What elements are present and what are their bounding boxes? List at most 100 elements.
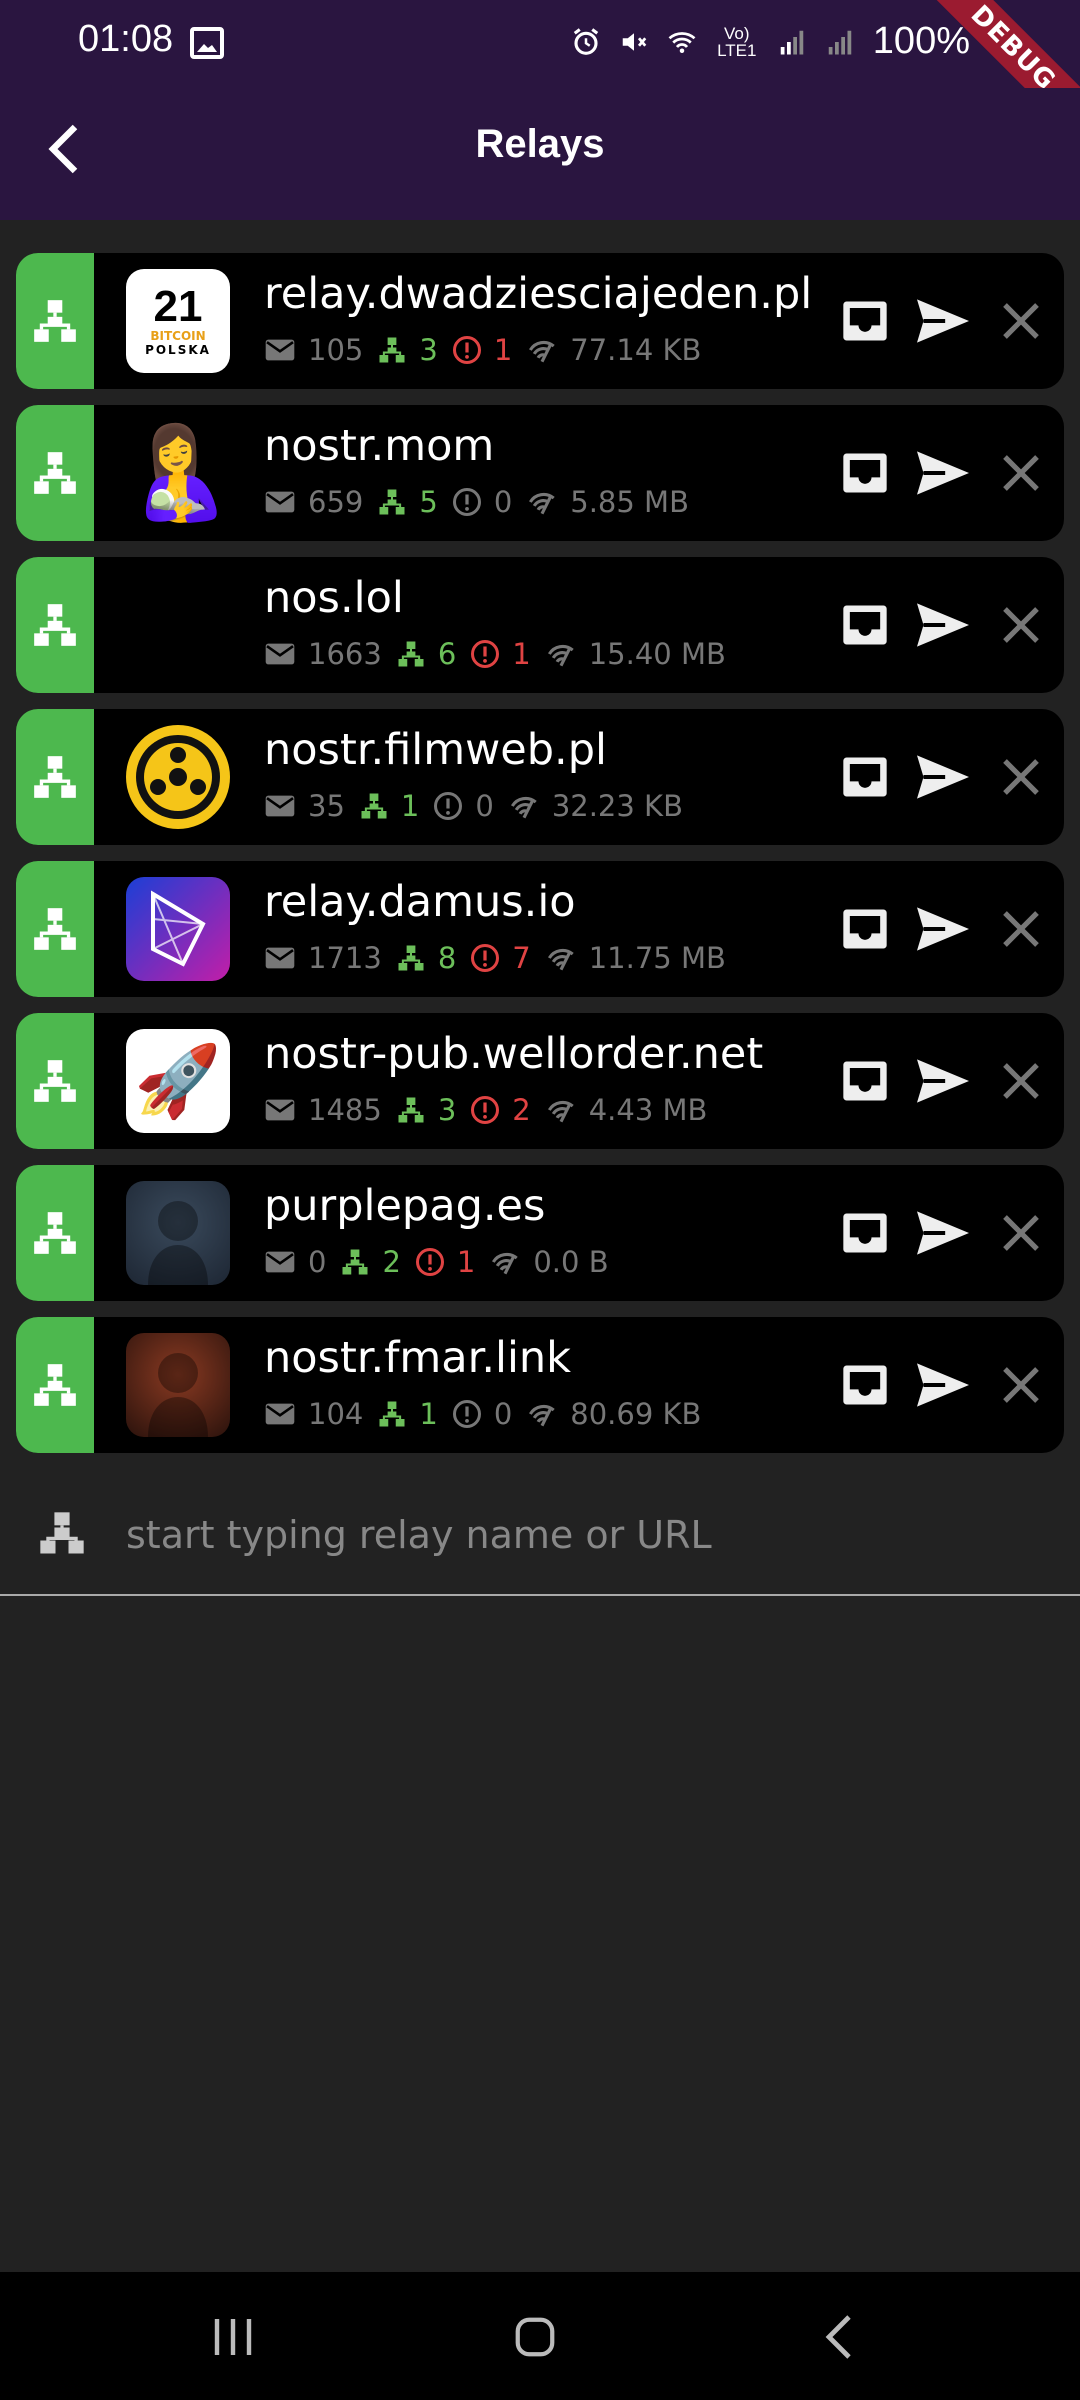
relay-network-icon (379, 337, 405, 363)
write-toggle-button[interactable] (904, 586, 982, 664)
close-icon (1003, 911, 1039, 947)
events-stat: 0 (264, 1245, 326, 1279)
relay-stats: 35 1 0 32.23 KB (264, 789, 697, 823)
relay-network-icon (34, 756, 76, 798)
traffic-stat: 80.69 KB (526, 1397, 701, 1431)
errors-count: 2 (512, 1093, 531, 1127)
relay-avatar (126, 1181, 230, 1285)
write-toggle-button[interactable] (904, 1346, 982, 1424)
relay-network-icon (34, 908, 76, 950)
send-icon (917, 1211, 969, 1255)
connections-stat: 8 (396, 941, 456, 975)
relay-actions (826, 405, 1064, 541)
close-icon (1003, 607, 1039, 643)
errors-stat: 0 (433, 789, 494, 823)
relay-network-icon (34, 1212, 76, 1254)
errors-count: 1 (512, 637, 531, 671)
traffic-amount: 5.85 MB (570, 485, 689, 519)
relay-avatar (126, 877, 230, 981)
remove-relay-button[interactable] (982, 586, 1060, 664)
relay-stats: 104 1 0 80.69 KB (264, 1397, 715, 1431)
relay-list: 21 BITCOIN POLSKA relay.dwadziesciajeden… (16, 253, 1064, 1469)
remove-relay-button[interactable] (982, 1042, 1060, 1120)
system-nav-bar (0, 2272, 1080, 2400)
remove-relay-button[interactable] (982, 282, 1060, 360)
write-toggle-button[interactable] (904, 738, 982, 816)
write-toggle-button[interactable] (904, 434, 982, 512)
remove-relay-button[interactable] (982, 1194, 1060, 1272)
connections-stat: 1 (359, 789, 419, 823)
relay-network-icon (398, 641, 424, 667)
gallery-icon (190, 27, 224, 59)
nav-back-button[interactable] (794, 2302, 884, 2372)
remove-relay-button[interactable] (982, 738, 1060, 816)
write-toggle-button[interactable] (904, 890, 982, 968)
relay-actions (826, 1165, 1064, 1301)
remove-relay-button[interactable] (982, 434, 1060, 512)
add-relay-field (0, 1472, 1080, 1596)
remove-relay-button[interactable] (982, 1346, 1060, 1424)
home-icon (515, 2317, 555, 2357)
events-count: 104 (308, 1397, 364, 1431)
relay-card[interactable]: 21 BITCOIN POLSKA relay.dwadziesciajeden… (16, 253, 1064, 389)
relay-search-input[interactable] (126, 1500, 1026, 1570)
relay-card[interactable]: relay.damus.io 1713 8 7 11.75 MB (16, 861, 1064, 997)
relay-actions (826, 861, 1064, 997)
traffic-icon (547, 948, 574, 971)
inbox-icon (843, 605, 887, 645)
read-toggle-button[interactable] (826, 1194, 904, 1272)
relay-network-icon (34, 1364, 76, 1406)
read-toggle-button[interactable] (826, 282, 904, 360)
write-toggle-button[interactable] (904, 1042, 982, 1120)
alert-circle-icon (471, 944, 500, 972)
traffic-icon (547, 644, 574, 667)
read-toggle-button[interactable] (826, 1346, 904, 1424)
read-toggle-button[interactable] (826, 890, 904, 968)
mail-icon (265, 339, 295, 361)
read-toggle-button[interactable] (826, 738, 904, 816)
events-count: 1663 (308, 637, 382, 671)
remove-relay-button[interactable] (982, 890, 1060, 968)
relay-card[interactable]: purplepag.es 0 2 1 0.0 B (16, 1165, 1064, 1301)
relay-avatar: 21 BITCOIN POLSKA (126, 269, 230, 373)
recent-apps-button[interactable] (188, 2302, 278, 2372)
errors-stat: 1 (452, 333, 512, 367)
relay-card[interactable]: nostr.fmar.link 104 1 0 80.69 KB (16, 1317, 1064, 1453)
traffic-stat: 32.23 KB (508, 789, 683, 823)
mail-icon (265, 643, 295, 665)
relay-network-icon (342, 1249, 368, 1275)
connections-count: 8 (437, 941, 457, 975)
traffic-stat: 0.0 B (489, 1245, 609, 1279)
errors-stat: 0 (452, 485, 512, 519)
errors-count: 1 (493, 333, 513, 367)
inbox-icon (843, 757, 887, 797)
relay-network-icon (40, 1512, 84, 1554)
relay-card[interactable]: 😸 nos.lol 1663 6 1 15.40 MB (16, 557, 1064, 693)
relay-name: purplepag.es (264, 1181, 546, 1231)
events-count: 659 (308, 485, 364, 519)
write-toggle-button[interactable] (904, 282, 982, 360)
alarm-icon (573, 27, 598, 55)
connections-count: 6 (437, 637, 457, 671)
relay-card[interactable]: 🚀 nostr-pub.wellorder.net 1485 3 2 4.43 … (16, 1013, 1064, 1149)
traffic-icon (510, 796, 537, 819)
wifi-icon (668, 31, 696, 53)
status-bar: 01:08 Vo) LTE1 100% DEBUG (0, 0, 1080, 151)
write-toggle-button[interactable] (904, 1194, 982, 1272)
relay-actions (826, 1013, 1064, 1149)
battery-percent: 100% (872, 20, 970, 62)
home-button[interactable] (490, 2302, 580, 2372)
relay-card[interactable]: nostr.filmweb.pl 35 1 0 32.23 KB (16, 709, 1064, 845)
relay-network-icon (34, 604, 76, 646)
relay-actions (826, 709, 1064, 845)
events-count: 0 (308, 1245, 327, 1279)
traffic-icon (547, 1100, 574, 1123)
relay-avatar (126, 725, 230, 829)
relay-card[interactable]: 🤱 nostr.mom 659 5 0 5.85 MB (16, 405, 1064, 541)
connections-count: 3 (437, 1093, 457, 1127)
read-toggle-button[interactable] (826, 586, 904, 664)
read-toggle-button[interactable] (826, 1042, 904, 1120)
traffic-stat: 5.85 MB (526, 485, 689, 519)
traffic-stat: 15.40 MB (545, 637, 726, 671)
read-toggle-button[interactable] (826, 434, 904, 512)
